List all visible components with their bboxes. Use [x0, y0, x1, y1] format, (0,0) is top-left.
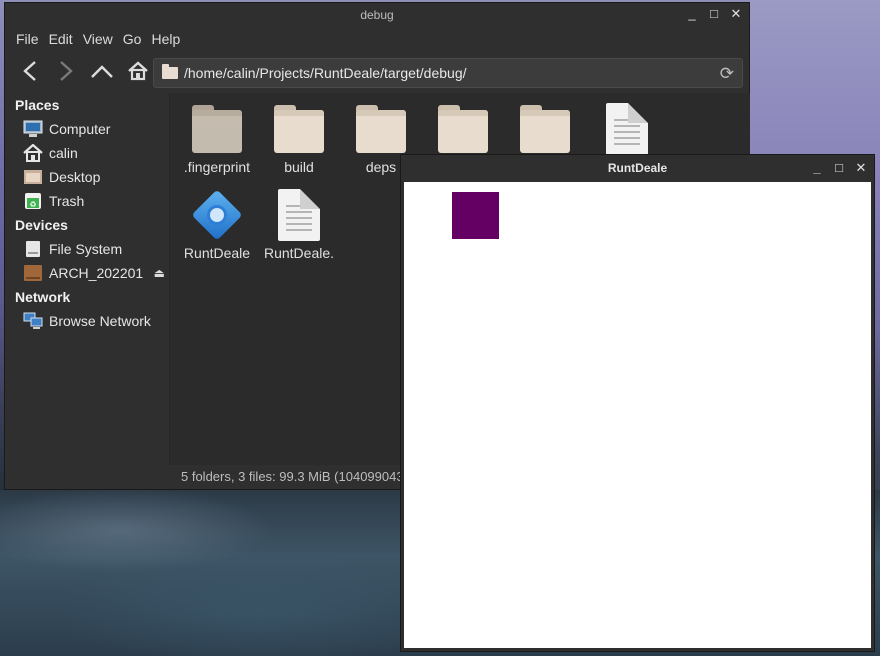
file-name: RuntDeale. [263, 245, 335, 261]
file-item-folder[interactable]: .fingerprint [176, 105, 258, 175]
sidebar-item-label: Desktop [49, 169, 101, 185]
file-item-folder[interactable] [504, 105, 586, 159]
menu-go[interactable]: Go [123, 31, 142, 47]
sidebar-item-home[interactable]: calin [5, 141, 169, 165]
file-manager-titlebar[interactable]: debug _ □ ✕ [5, 3, 749, 27]
maximize-icon[interactable]: □ [707, 7, 721, 21]
menu-view[interactable]: View [83, 31, 113, 47]
sidebar-heading-network: Network [15, 289, 71, 305]
home-button[interactable] [123, 56, 153, 86]
file-name: build [284, 159, 314, 175]
sidebar-item-computer[interactable]: Computer [5, 117, 169, 141]
desktop-folder-icon [23, 168, 43, 186]
maximize-icon[interactable]: □ [832, 161, 846, 175]
window-controls: _ □ ✕ [810, 161, 868, 175]
file-name: deps [365, 159, 397, 175]
reload-icon[interactable]: ⟳ [720, 64, 734, 84]
window-title: RuntDeale [607, 161, 668, 175]
network-icon [23, 312, 43, 330]
forward-button[interactable] [51, 56, 81, 86]
folder-icon [520, 105, 570, 153]
purple-square [452, 192, 499, 239]
folder-icon [274, 105, 324, 153]
sidebar-item-label: calin [49, 145, 78, 161]
runtdeale-titlebar[interactable]: RuntDeale _ □ ✕ [401, 155, 874, 181]
document-icon [606, 103, 648, 155]
home-icon [128, 61, 148, 81]
eject-icon[interactable]: ⏏ [154, 266, 165, 280]
status-text: 5 folders, 3 files: 99.3 MiB (104099043 [181, 469, 404, 484]
application-gear-icon [191, 189, 243, 241]
runtdeale-window: RuntDeale _ □ ✕ [400, 154, 875, 652]
sidebar-item-label: ARCH_202201 [49, 265, 144, 281]
back-arrow-icon [23, 61, 36, 81]
file-item-folder[interactable]: build [258, 105, 340, 175]
folder-icon [162, 64, 178, 79]
minimize-icon[interactable]: _ [685, 7, 699, 21]
menu-help[interactable]: Help [151, 31, 180, 47]
file-item-document[interactable] [586, 103, 668, 159]
minimize-icon[interactable]: _ [810, 161, 824, 175]
file-item-document[interactable]: RuntDeale. [258, 189, 340, 261]
sidebar-item-file-system[interactable]: File System [5, 237, 169, 261]
menu-file[interactable]: File [16, 31, 39, 47]
home-icon [23, 143, 43, 162]
window-title: debug [360, 8, 394, 22]
app-canvas[interactable] [404, 182, 871, 648]
location-bar[interactable]: /home/calin/Projects/RuntDeale/target/de… [153, 58, 743, 88]
folder-icon [356, 105, 406, 153]
document-icon [278, 189, 320, 241]
up-arrow-icon [91, 65, 113, 78]
sidebar-item-label: Computer [49, 121, 111, 137]
close-icon[interactable]: ✕ [729, 7, 743, 21]
back-button[interactable] [15, 56, 45, 86]
file-name: RuntDeale [183, 245, 251, 261]
sidebar-heading-places: Places [15, 97, 60, 113]
removable-drive-icon [23, 264, 43, 282]
menu-bar: File Edit View Go Help [5, 27, 749, 51]
drive-icon [23, 240, 43, 258]
folder-icon [192, 105, 242, 153]
sidebar-item-label: Browse Network [49, 313, 151, 329]
file-name: .fingerprint [183, 159, 251, 175]
sidebar-item-label: Trash [49, 193, 85, 209]
sidebar-heading-devices: Devices [15, 217, 68, 233]
window-controls: _ □ ✕ [685, 7, 743, 21]
file-item-folder[interactable] [422, 105, 504, 159]
computer-icon [23, 120, 43, 138]
location-path: /home/calin/Projects/RuntDeale/target/de… [184, 65, 467, 81]
sidebar-item-arch-drive[interactable]: ARCH_202201 ⏏ [5, 261, 169, 285]
sidebar-item-trash[interactable]: ♻ Trash [5, 189, 169, 213]
file-item-application[interactable]: RuntDeale [176, 189, 258, 261]
menu-edit[interactable]: Edit [49, 31, 73, 47]
folder-icon [438, 105, 488, 153]
trash-icon: ♻ [23, 192, 43, 210]
sidebar-item-desktop[interactable]: Desktop [5, 165, 169, 189]
sidebar-item-label: File System [49, 241, 123, 257]
forward-arrow-icon [60, 61, 73, 81]
sidebar-item-browse-network[interactable]: Browse Network [5, 309, 169, 333]
close-icon[interactable]: ✕ [854, 161, 868, 175]
up-button[interactable] [87, 56, 117, 86]
svg-text:♻: ♻ [29, 200, 36, 209]
sidebar: Places Computer calin Desktop ♻ Trash De [5, 93, 169, 489]
